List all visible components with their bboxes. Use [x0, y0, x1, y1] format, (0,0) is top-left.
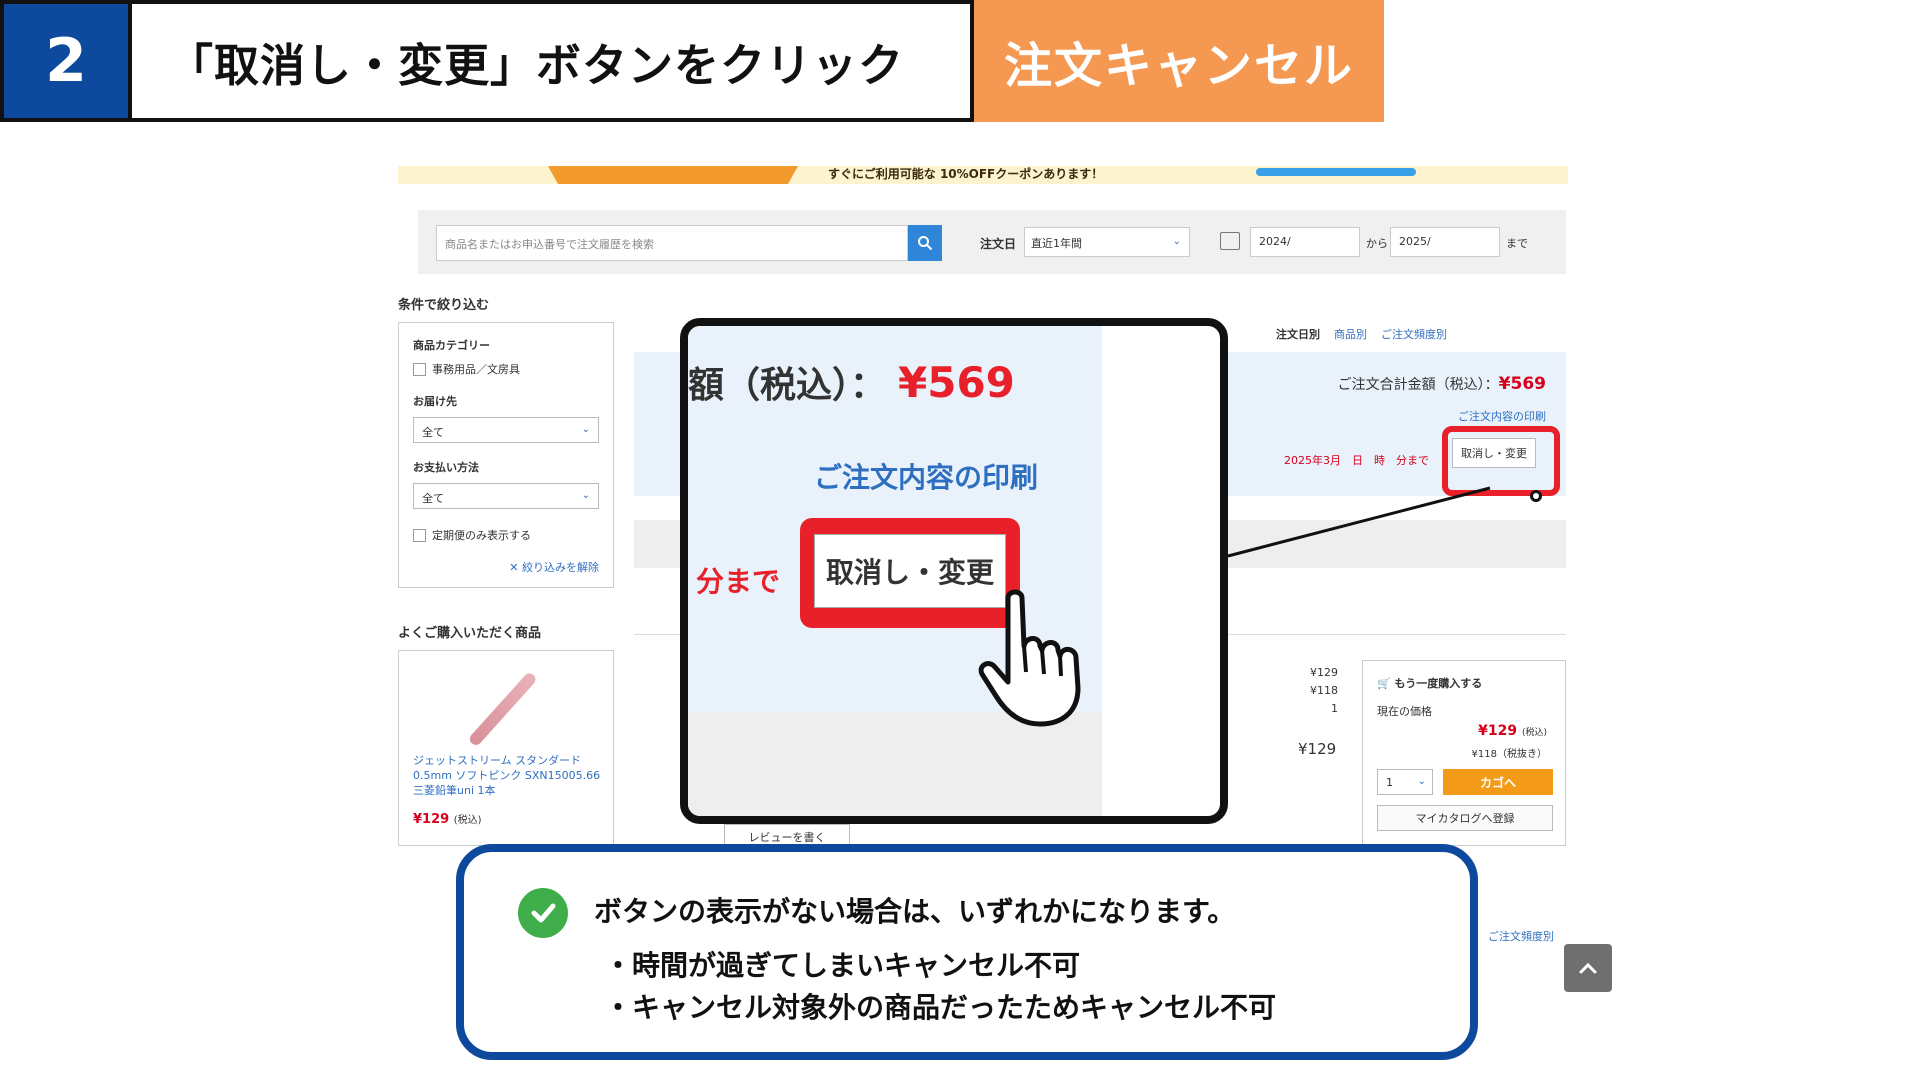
frequency-link-bottom[interactable]: ご注文頻度別 [1488, 928, 1554, 944]
pen-image [467, 671, 538, 748]
order-total: ご注文合計金額（税込）：¥569 [1337, 374, 1546, 394]
delivery-heading: お届け先 [413, 395, 457, 408]
banner-blue-strip [1256, 168, 1416, 176]
delivery-select[interactable]: 全て ⌄ [413, 417, 599, 443]
date-from-input[interactable]: 2024/ [1250, 227, 1360, 257]
callout-main-text: ボタンの表示がない場合は、いずれかになります。 [594, 895, 1236, 928]
chevron-down-icon: ⌄ [1417, 776, 1426, 787]
line-total: ¥129 [1298, 740, 1337, 758]
banner-text: すぐにご利用可能な 10%OFFクーポンあります！ [828, 167, 1104, 181]
payment-select[interactable]: 全て ⌄ [413, 483, 599, 509]
callout-bullet-2: ・キャンセル対象外の商品だったためキャンセル不可 [604, 991, 1277, 1024]
print-order-link[interactable]: ご注文内容の印刷 [1458, 408, 1546, 424]
view-by-product[interactable]: 商品別 [1334, 326, 1367, 342]
calendar-icon[interactable] [1220, 232, 1240, 250]
view-toggles: 注文日別 商品別 ご注文頻度別 [1276, 326, 1447, 342]
info-callout: ボタンの表示がない場合は、いずれかになります。 ・時間が過ぎてしまいキャンセル不… [456, 844, 1478, 1060]
connector-dot [1530, 490, 1542, 502]
chevron-down-icon: ⌄ [581, 490, 590, 501]
chevron-down-icon: ⌄ [581, 424, 590, 435]
add-to-catalog-button[interactable]: マイカタログへ登録 [1377, 805, 1553, 831]
zoom-total: 額（税込）： ¥569 [688, 358, 1015, 407]
regular-only-label: 定期便のみ表示する [432, 529, 531, 542]
filter-title: 条件で絞り込む [398, 298, 490, 313]
date-to-input[interactable]: 2025/ [1390, 227, 1500, 257]
step-title: 「取消し・変更」ボタンをクリック [132, 0, 974, 122]
current-price-excl: ¥118（税抜き） [1471, 749, 1547, 760]
frequent-product-card[interactable]: ジェットストリーム スタンダード 0.5mm ソフトピンク SXN15005.6… [398, 650, 614, 846]
search-button[interactable] [908, 225, 942, 261]
category-heading: 商品カテゴリー [413, 339, 490, 352]
category-option-label: 事務用品／文房具 [432, 363, 520, 376]
zoom-deadline: 分まで [696, 565, 781, 598]
product-name-link[interactable]: ジェットストリーム スタンダード 0.5mm ソフトピンク SXN15005.6… [413, 753, 609, 798]
coupon-banner[interactable]: すぐにご利用可能な 10%OFFクーポンあります！ [398, 166, 1568, 184]
chevron-up-icon [1579, 962, 1597, 974]
search-bar: 商品名またはお申込番号で注文履歴を検索 注文日 直近1年間 ⌄ 2024/ から … [418, 210, 1566, 274]
zoom-subheader [688, 712, 1102, 816]
reorder-title: 🛒 もう一度購入する [1377, 677, 1483, 690]
product-price: ¥129 (税込) [413, 812, 482, 827]
add-to-cart-button[interactable]: カゴへ [1443, 769, 1553, 795]
cancel-deadline: 2025年3月 日 時 分まで [1284, 454, 1429, 467]
pointing-hand-icon [978, 589, 1081, 727]
order-date-label: 注文日 [980, 237, 1017, 251]
banner-orange-strip [548, 166, 798, 184]
search-input[interactable]: 商品名またはお申込番号で注文履歴を検索 [436, 225, 908, 261]
view-by-frequency[interactable]: ご注文頻度別 [1381, 326, 1447, 342]
frequent-products-title: よくご購入いただく商品 [398, 626, 542, 641]
category-checkbox[interactable]: 事務用品／文房具 [413, 361, 520, 377]
to-word: まで [1506, 237, 1528, 250]
chevron-down-icon: ⌄ [1172, 236, 1181, 247]
payment-heading: お支払い方法 [413, 461, 479, 474]
highlight-frame [1442, 426, 1560, 496]
item-prices: ¥129 ¥118 1 [1310, 666, 1338, 715]
current-price-label: 現在の価格 [1377, 705, 1432, 718]
step-tag: 注文キャンセル [974, 0, 1384, 122]
period-select[interactable]: 直近1年間 ⌄ [1024, 227, 1190, 257]
zoom-callout: 額（税込）： ¥569 ご注文内容の印刷 分まで 取消し・変更 [680, 318, 1228, 824]
filter-panel: 商品カテゴリー 事務用品／文房具 お届け先 全て ⌄ お支払い方法 全て ⌄ 定期便… [398, 322, 614, 588]
from-word: から [1366, 237, 1388, 250]
search-icon [918, 236, 933, 251]
regular-only-checkbox[interactable]: 定期便のみ表示する [413, 527, 531, 543]
payment-value: 全て [422, 492, 444, 505]
check-icon [518, 888, 568, 938]
period-value: 直近1年間 [1031, 237, 1082, 250]
cart-icon: 🛒 [1377, 677, 1391, 690]
reorder-panel: 🛒 もう一度購入する 現在の価格 ¥129 (税込) ¥118（税抜き） 1 ⌄ … [1362, 660, 1566, 846]
delivery-value: 全て [422, 426, 444, 439]
step-number: 2 [0, 0, 132, 122]
scroll-to-top-button[interactable] [1564, 944, 1612, 992]
view-by-date[interactable]: 注文日別 [1276, 326, 1320, 342]
callout-bullet-1: ・時間が過ぎてしまいキャンセル不可 [604, 949, 1081, 982]
zoom-print-link[interactable]: ご注文内容の印刷 [814, 456, 1038, 496]
clear-filters-link[interactable]: ✕ 絞り込みを解除 [509, 559, 599, 575]
quantity-select[interactable]: 1 ⌄ [1377, 769, 1433, 795]
current-price: ¥129 (税込) [1478, 723, 1547, 739]
